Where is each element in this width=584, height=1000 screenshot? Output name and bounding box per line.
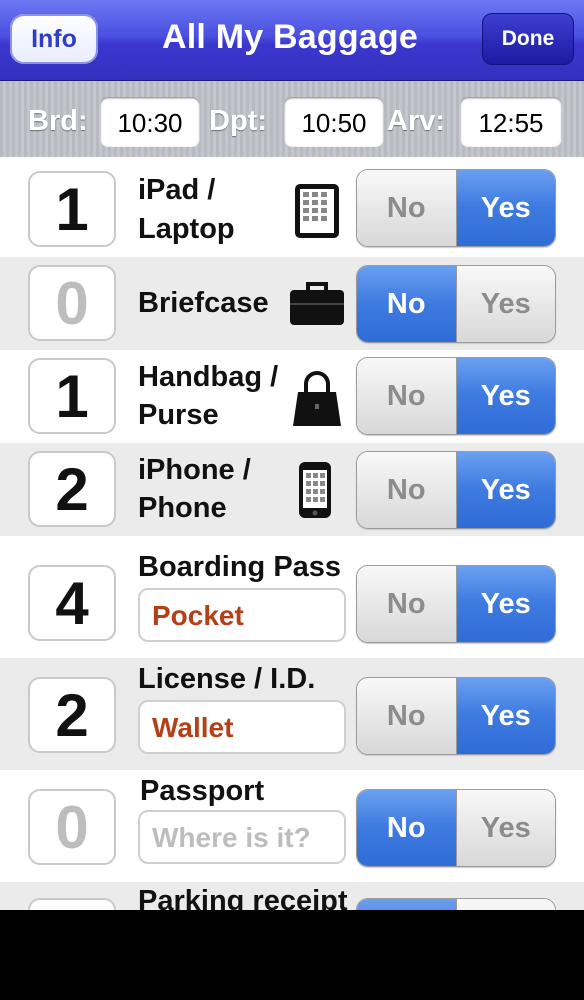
item-count[interactable]: 2 <box>28 677 116 753</box>
packed-toggle[interactable]: No Yes <box>356 451 556 529</box>
toggle-no[interactable]: No <box>357 452 456 528</box>
toggle-no[interactable] <box>357 899 456 910</box>
baggage-row-passport: 0 Passport Where is it? No Yes <box>0 770 584 882</box>
black-bottom-area <box>0 910 584 1000</box>
arrival-time-label: Arv: <box>387 105 446 137</box>
toggle-no[interactable]: No <box>357 790 456 866</box>
departure-time-field[interactable]: 10:50 <box>284 97 384 147</box>
tablet-icon <box>294 183 340 244</box>
phone-icon <box>298 461 332 524</box>
item-count[interactable] <box>28 898 116 910</box>
boarding-time-label: Brd: <box>28 105 88 137</box>
toggle-yes[interactable]: Yes <box>455 678 555 754</box>
packed-toggle[interactable] <box>356 898 556 910</box>
toggle-no[interactable]: No <box>357 678 456 754</box>
boarding-time-field[interactable]: 10:30 <box>100 97 200 147</box>
packed-toggle[interactable]: No Yes <box>356 789 556 867</box>
baggage-row-boarding-pass: 4 Boarding Pass Pocket No Yes <box>0 536 584 658</box>
item-count[interactable]: 2 <box>28 451 116 527</box>
toggle-no[interactable]: No <box>357 566 456 642</box>
packed-toggle[interactable]: No Yes <box>356 565 556 643</box>
briefcase-icon <box>289 281 345 332</box>
toggle-no[interactable]: No <box>357 358 456 434</box>
item-count[interactable]: 1 <box>28 358 116 434</box>
toggle-yes[interactable]: Yes <box>455 170 555 246</box>
departure-time-label: Dpt: <box>209 105 267 137</box>
baggage-row-ipad-laptop: 1 iPad / Laptop No Yes <box>0 157 584 257</box>
item-label-line1: Boarding Pass <box>138 551 342 583</box>
item-location-field[interactable]: Where is it? <box>138 810 346 864</box>
flight-times-bar: Brd: 10:30 Dpt: 10:50 Arv: 12:55 <box>0 81 584 157</box>
arrival-time-field[interactable]: 12:55 <box>460 97 562 147</box>
baggage-row-briefcase: 0 Briefcase No Yes <box>0 257 584 350</box>
baggage-row-iphone-phone: 2 iPhone / Phone No Yes <box>0 443 584 536</box>
item-label-line1: Parking receipt <box>138 885 348 910</box>
packed-toggle[interactable]: No Yes <box>356 169 556 247</box>
baggage-row-handbag-purse: 1 Handbag / Purse No Yes <box>0 350 584 443</box>
item-label-line1: Handbag / <box>138 361 279 393</box>
toggle-yes[interactable]: Yes <box>455 452 555 528</box>
item-label-line2: Laptop <box>138 213 235 245</box>
item-label-line1: Briefcase <box>138 287 269 319</box>
packed-toggle[interactable]: No Yes <box>356 265 556 343</box>
item-label-line1: License / I.D. <box>138 663 316 695</box>
navigation-bar: Info All My Baggage Done <box>0 0 584 81</box>
item-count[interactable]: 0 <box>28 265 116 341</box>
item-count[interactable]: 1 <box>28 171 116 247</box>
baggage-row-parking-receipt: Parking receipt <box>0 882 584 910</box>
toggle-yes[interactable]: Yes <box>455 358 555 434</box>
toggle-no[interactable]: No <box>357 170 456 246</box>
toggle-yes[interactable]: Yes <box>455 790 555 866</box>
done-button[interactable]: Done <box>482 13 574 65</box>
item-location-field[interactable]: Wallet <box>138 700 346 754</box>
toggle-yes[interactable]: Yes <box>455 566 555 642</box>
packed-toggle[interactable]: No Yes <box>356 677 556 755</box>
toggle-yes[interactable]: Yes <box>455 266 555 342</box>
item-count[interactable]: 0 <box>28 789 116 865</box>
handbag-icon <box>292 370 342 433</box>
baggage-row-license-id: 2 License / I.D. Wallet No Yes <box>0 658 584 770</box>
item-label-line1: Passport <box>140 775 265 807</box>
page-title: All My Baggage <box>162 18 418 56</box>
toggle-yes[interactable] <box>455 899 555 910</box>
app-screen: Info All My Baggage Done Brd: 10:30 Dpt:… <box>0 0 584 910</box>
toggle-no[interactable]: No <box>357 266 456 342</box>
item-label-line1: iPad / <box>138 174 216 206</box>
item-location-field[interactable]: Pocket <box>138 588 346 642</box>
item-count[interactable]: 4 <box>28 565 116 641</box>
item-label-line2: Phone <box>138 492 227 524</box>
item-label-line2: Purse <box>138 399 219 431</box>
item-label-line1: iPhone / <box>138 454 251 486</box>
info-button[interactable]: Info <box>10 14 98 64</box>
packed-toggle[interactable]: No Yes <box>356 357 556 435</box>
